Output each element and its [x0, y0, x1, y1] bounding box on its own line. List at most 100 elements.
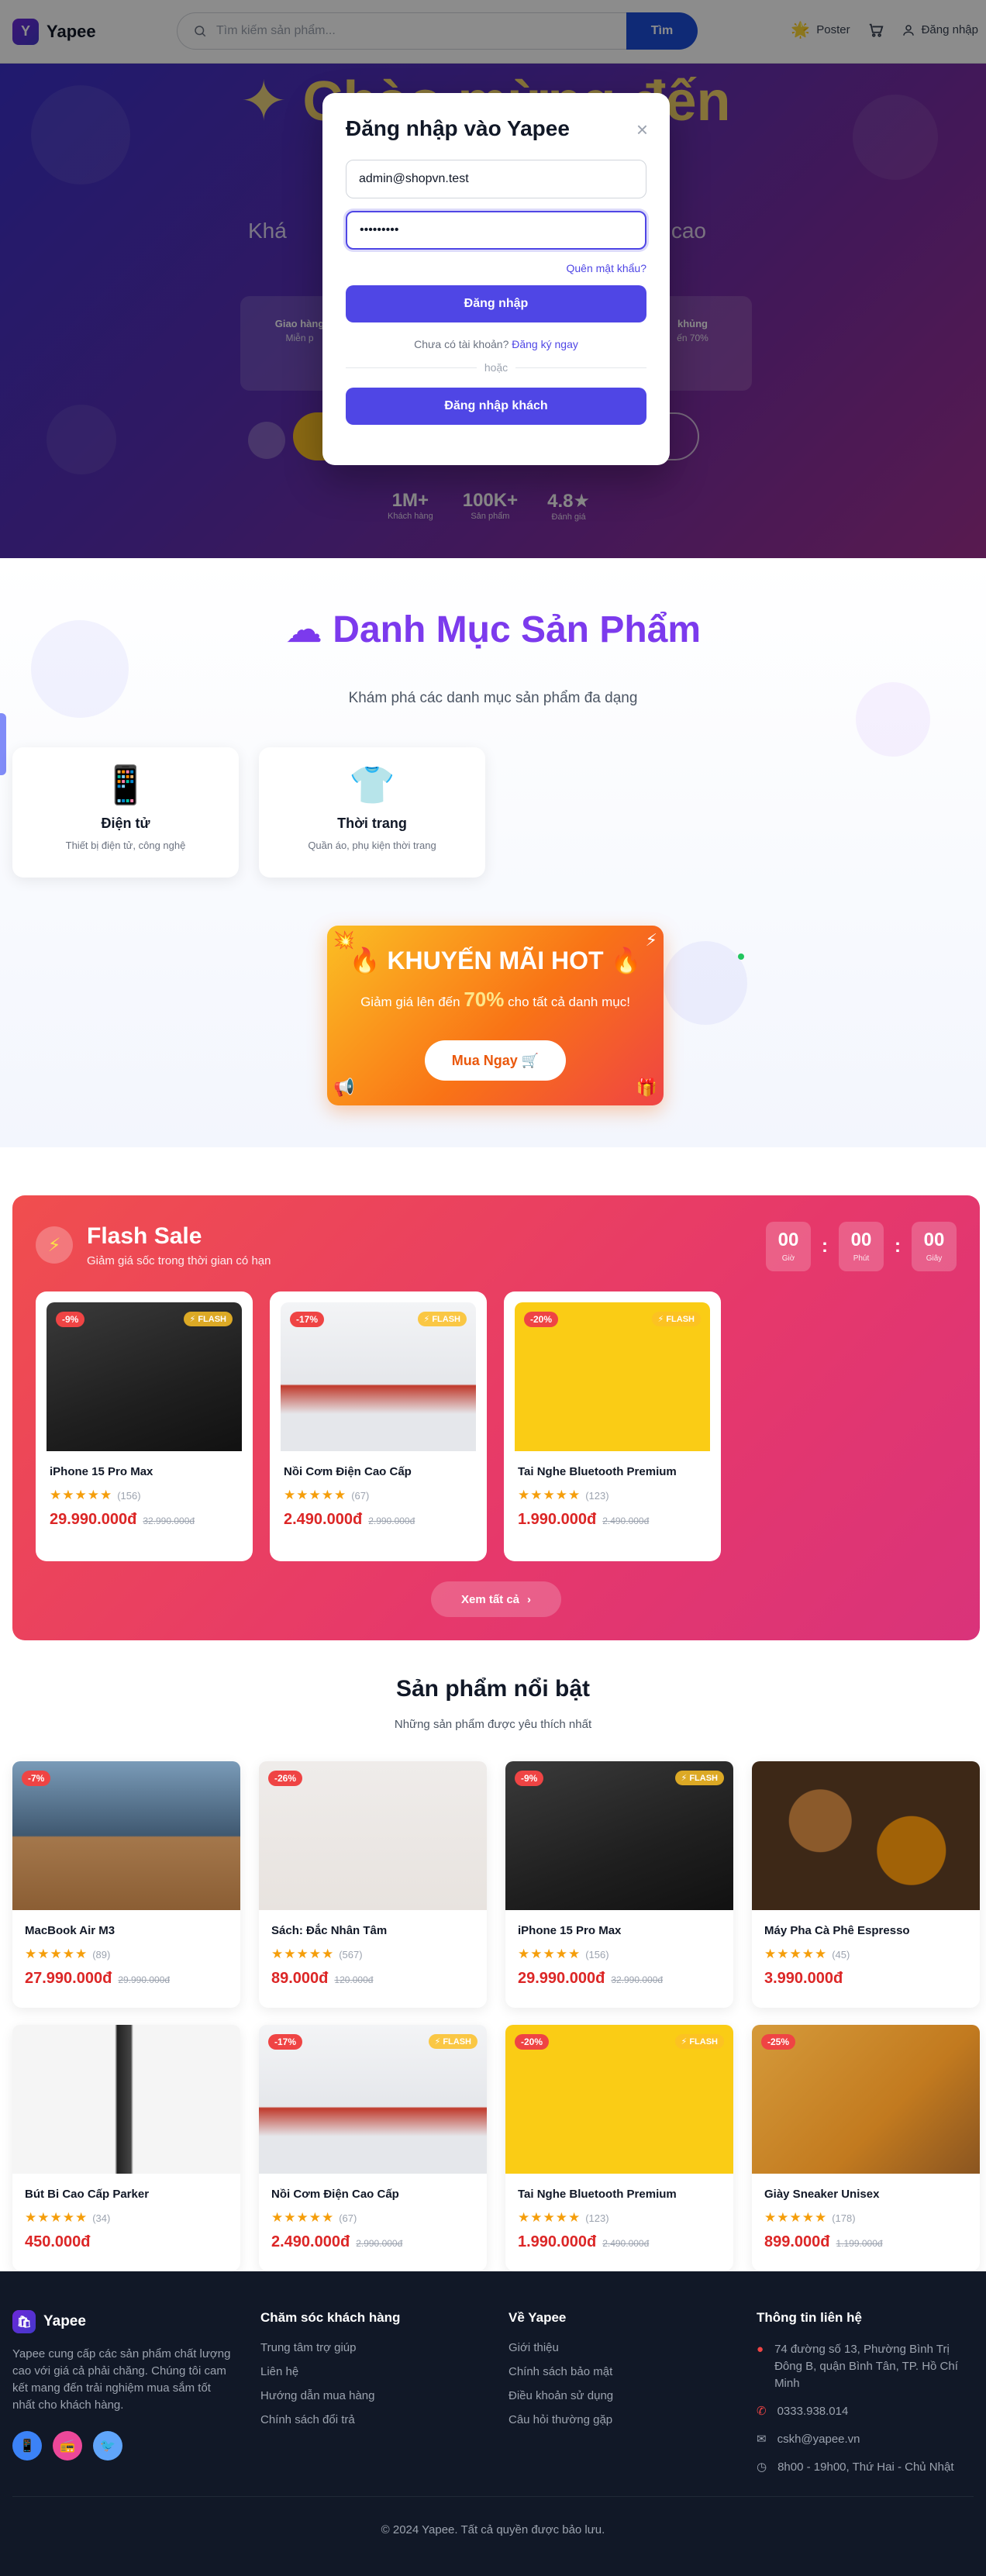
product-name[interactable]: Giày Sneaker Unisex [764, 2188, 967, 2201]
footer-link[interactable]: Liên hệ [260, 2365, 400, 2378]
review-count: (89) [92, 1948, 111, 1960]
product-card[interactable]: -7% MacBook Air M3 ★★★★★ (89) 27.990.000đ 29.… [12, 1761, 240, 2008]
current-price: 2.490.000đ [284, 1511, 363, 1528]
side-tab[interactable] [0, 713, 6, 775]
product-rating: ★★★★★ (567) [271, 1947, 474, 1962]
footer-link[interactable]: Trung tâm trợ giúp [260, 2341, 400, 2354]
footer-link[interactable]: Câu hỏi thường gặp [509, 2413, 613, 2426]
social-bird-icon[interactable]: 🐦 [93, 2431, 122, 2460]
product-body: Bút Bi Cao Cấp Parker ★★★★★ (34) 450.000đ [12, 2188, 240, 2251]
product-body: Nồi Cơm Điện Cao Cấp ★★★★★ (67) 2.490.000đ 2… [259, 2188, 487, 2251]
product-image[interactable] [752, 1761, 980, 1910]
timer-minutes: 00 Phút [839, 1222, 884, 1271]
footer-link[interactable]: Giới thiệu [509, 2341, 613, 2354]
footer-contact: Thông tin liên hệ ● 74 đường số 13, Phườn… [757, 2310, 974, 2487]
product-image[interactable]: -25% [752, 2025, 980, 2174]
product-name[interactable]: Sách: Đắc Nhân Tâm [271, 1924, 474, 1937]
product-name[interactable]: Bút Bi Cao Cấp Parker [25, 2188, 228, 2201]
product-image[interactable]: -7% [12, 1761, 240, 1910]
footer-link[interactable]: Điều khoản sử dụng [509, 2389, 613, 2402]
timer-seconds: 00 Giây [912, 1222, 957, 1271]
site-footer: 🛍 Yapee Yapee cung cấp các sản phẩm chất… [0, 2271, 986, 2576]
category-name: Thời trang [337, 816, 407, 831]
product-name[interactable]: Nồi Cơm Điện Cao Cấp [271, 2188, 474, 2201]
current-price: 27.990.000đ [25, 1970, 112, 1987]
flash-product-card[interactable]: -17% ⚡ FLASH Nồi Cơm Điện Cao Cấp ★★★★★ (67)… [270, 1291, 487, 1561]
product-card[interactable]: -9% ⚡ FLASH iPhone 15 Pro Max ★★★★★ (156) 29.… [505, 1761, 733, 2008]
flash-badge: ⚡ FLASH [183, 1312, 233, 1326]
star-rating-icon: ★★★★★ [284, 1488, 347, 1502]
review-count: (156) [117, 1489, 141, 1502]
star-rating-icon: ★★★★★ [271, 1947, 335, 1961]
product-name[interactable]: Tai Nghe Bluetooth Premium [518, 2188, 721, 2201]
forgot-password-link[interactable]: Quên mật khẩu? [346, 262, 646, 274]
star-rating-icon: ★★★★★ [764, 1947, 828, 1961]
footer-link[interactable]: Chính sách đổi trả [260, 2413, 400, 2426]
see-all-button[interactable]: Xem tất cả › [431, 1581, 561, 1617]
product-image[interactable]: -9% ⚡ FLASH [47, 1302, 242, 1451]
star-rating-icon: ★★★★★ [764, 2210, 828, 2225]
product-card[interactable]: Bút Bi Cao Cấp Parker ★★★★★ (34) 450.000đ [12, 2025, 240, 2271]
promo-sub-after: cho tất cả danh mục! [508, 995, 630, 1009]
buy-now-button[interactable]: Mua Ngay 🛒 [425, 1040, 566, 1081]
discount-badge: -7% [22, 1771, 51, 1786]
product-name[interactable]: Nồi Cơm Điện Cao Cấp [284, 1465, 473, 1478]
product-card[interactable]: -20% ⚡ FLASH Tai Nghe Bluetooth Premium ★★★… [505, 2025, 733, 2271]
product-image[interactable] [12, 2025, 240, 2174]
timer-value: 00 [850, 1229, 872, 1250]
product-price: 2.490.000đ 2.990.000đ [271, 2233, 474, 2251]
close-icon[interactable]: × [636, 119, 648, 140]
product-image[interactable]: -9% ⚡ FLASH [505, 1761, 733, 1910]
flash-product-card[interactable]: -20% ⚡ FLASH Tai Nghe Bluetooth Premium ★★★… [504, 1291, 721, 1561]
product-name[interactable]: MacBook Air M3 [25, 1924, 228, 1937]
footer-link[interactable]: Hướng dẫn mua hàng [260, 2389, 400, 2402]
product-name[interactable]: Máy Pha Cà Phê Espresso [764, 1924, 967, 1937]
social-radio-icon[interactable]: 📻 [53, 2431, 82, 2460]
flash-badge: ⚡ FLASH [417, 1312, 467, 1326]
location-pin-icon: ● [757, 2343, 764, 2356]
password-field[interactable]: ••••••••• [346, 211, 646, 250]
product-card[interactable]: -26% Sách: Đắc Nhân Tâm ★★★★★ (567) 89.000đ 1… [259, 1761, 487, 2008]
category-card-electronics[interactable]: 📱 Điện tử Thiết bị điện tử, công nghệ [12, 747, 239, 878]
product-card[interactable]: -25% Giày Sneaker Unisex ★★★★★ (178) 899.000… [752, 2025, 980, 2271]
phone-icon: ✆ [757, 2405, 767, 2418]
signup-link[interactable]: Đăng ký ngay [512, 338, 578, 350]
guest-login-button[interactable]: Đăng nhập khách [346, 388, 646, 425]
product-body: Giày Sneaker Unisex ★★★★★ (178) 899.000đ 1.1… [752, 2188, 980, 2251]
product-rating: ★★★★★ (123) [518, 2210, 721, 2226]
category-desc: Quần áo, phụ kiện thời trang [308, 840, 436, 851]
product-body: Tai Nghe Bluetooth Premium ★★★★★ (123) 1.99… [515, 1465, 710, 1529]
featured-subtitle: Những sản phẩm được yêu thích nhất [394, 1718, 592, 1731]
login-button[interactable]: Đăng nhập [346, 285, 646, 322]
social-phone-icon[interactable]: 📱 [12, 2431, 42, 2460]
flash-product-card[interactable]: -9% ⚡ FLASH iPhone 15 Pro Max ★★★★★ (156) 29.… [36, 1291, 253, 1561]
discount-badge: -9% [515, 1771, 544, 1786]
product-body: Sách: Đắc Nhân Tâm ★★★★★ (567) 89.000đ 120.0… [259, 1924, 487, 1988]
product-name[interactable]: iPhone 15 Pro Max [518, 1924, 721, 1937]
email-text[interactable]: cskh@yapee.vn [777, 2431, 860, 2448]
discount-badge: -20% [524, 1312, 559, 1327]
gift-icon: 🎁 [636, 1078, 657, 1097]
lightning-icon: ⚡ [645, 930, 657, 950]
email-field[interactable]: admin@shopvn.test [346, 160, 646, 198]
current-price: 2.490.000đ [271, 2233, 350, 2250]
product-image[interactable]: -20% ⚡ FLASH [505, 2025, 733, 2174]
current-price: 450.000đ [25, 2233, 91, 2250]
product-image[interactable]: -26% [259, 1761, 487, 1910]
product-name[interactable]: Tai Nghe Bluetooth Premium [518, 1465, 707, 1478]
old-price: 29.990.000đ [118, 1974, 171, 1985]
product-card[interactable]: Máy Pha Cà Phê Espresso ★★★★★ (45) 3.990.00… [752, 1761, 980, 2008]
product-image[interactable]: -17% ⚡ FLASH [259, 2025, 487, 2174]
product-card[interactable]: -17% ⚡ FLASH Nồi Cơm Điện Cao Cấp ★★★★★ (67)… [259, 2025, 487, 2271]
product-image[interactable]: -20% ⚡ FLASH [515, 1302, 710, 1451]
footer-about: 🛍 Yapee Yapee cung cấp các sản phẩm chất… [12, 2310, 231, 2460]
timer-label: Giờ [781, 1254, 795, 1263]
footer-logo[interactable]: 🛍 Yapee [12, 2310, 231, 2333]
phone-text[interactable]: 0333.938.014 [777, 2403, 849, 2420]
product-image[interactable]: -17% ⚡ FLASH [281, 1302, 476, 1451]
old-price: 1.199.000đ [836, 2238, 883, 2249]
footer-link[interactable]: Chính sách bảo mật [509, 2365, 613, 2378]
product-name[interactable]: iPhone 15 Pro Max [50, 1465, 239, 1478]
featured-title: Sản phẩm nổi bật [395, 1676, 591, 1702]
category-card-fashion[interactable]: 👕 Thời trang Quần áo, phụ kiện thời tran… [259, 747, 485, 878]
